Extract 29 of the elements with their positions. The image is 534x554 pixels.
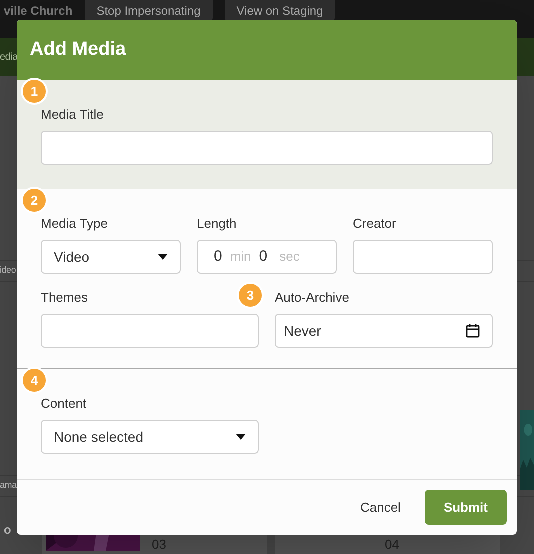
calendar-icon [466, 324, 480, 338]
field-label: Auto-Archive [275, 289, 350, 308]
select-field[interactable]: Video [41, 240, 181, 274]
field-label: Content [41, 395, 87, 414]
row-label: ama [0, 479, 17, 492]
date-field[interactable]: Never [275, 314, 493, 348]
text-field[interactable] [41, 314, 259, 348]
row-label: ideo [0, 264, 16, 278]
field-label: Themes [41, 289, 88, 308]
step-badge: 2 [21, 187, 48, 214]
step-badge: 1 [21, 78, 48, 105]
step-badge: 3 [237, 282, 264, 309]
row-label: o [3, 522, 12, 539]
duration-field[interactable]: 0 min 0 sec [197, 240, 337, 274]
field-label: Media Title [41, 106, 104, 124]
caret-icon [158, 254, 168, 260]
text-field[interactable] [41, 131, 493, 165]
caret-icon [236, 434, 246, 440]
dialog-title: Add Media [30, 38, 126, 62]
header-button[interactable]: Stop Impersonating [84, 0, 213, 22]
text-field[interactable] [353, 240, 493, 274]
step-badge: 4 [21, 367, 48, 394]
field-label: Length [197, 215, 237, 234]
site-name: ville Church [3, 3, 73, 20]
field-label: Creator [353, 215, 396, 234]
cancel-button[interactable]: Cancel [356, 490, 405, 525]
select-field[interactable]: None selected [41, 420, 259, 454]
field-label: Media Type [41, 215, 108, 234]
header-button[interactable]: View on Staging [224, 0, 336, 22]
